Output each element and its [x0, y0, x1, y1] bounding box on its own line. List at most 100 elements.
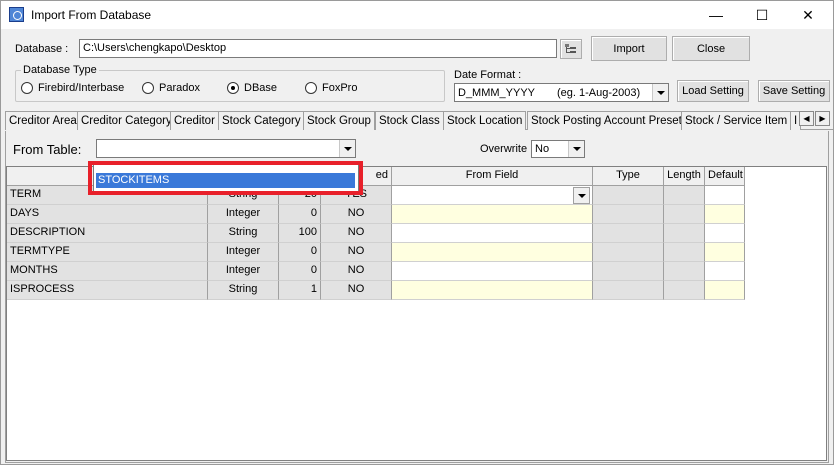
grid-header-default[interactable]: Default [705, 167, 745, 186]
cell-default[interactable] [705, 243, 745, 262]
cell-type: Integer [208, 243, 279, 262]
date-format-label: Date Format : [454, 69, 522, 81]
grid-header-target-type[interactable]: Type [593, 167, 664, 186]
cell-type: Integer [208, 205, 279, 224]
grid-header-from-field[interactable]: From Field [392, 167, 593, 186]
cell-required: NO [321, 205, 392, 224]
radio-firebird[interactable]: Firebird/Interbase [21, 82, 124, 94]
radio-label: DBase [244, 82, 278, 94]
tab-stock-posting-account-preset[interactable]: Stock Posting Account Preset [527, 111, 686, 130]
cell-length[interactable] [664, 186, 705, 205]
tab-creditor-area[interactable]: Creditor Area [5, 111, 81, 130]
minimize-button[interactable]: — [693, 1, 739, 29]
cell-target-type[interactable] [593, 186, 664, 205]
tab-stock-service-item[interactable]: Stock / Service Item [681, 111, 792, 130]
cell-length[interactable] [664, 262, 705, 281]
radio-label: FoxPro [322, 82, 358, 94]
chevron-down-icon[interactable] [339, 140, 355, 157]
tab-stock-location[interactable]: Stock Location [443, 111, 527, 130]
close-button-label: Close [696, 42, 726, 55]
maximize-button[interactable]: ☐ [739, 1, 785, 29]
title-bar: Import From Database — ☐ ✕ [1, 1, 833, 29]
cell-from-field[interactable] [392, 281, 593, 300]
overwrite-value: No [535, 143, 550, 155]
cell-name: MONTHS [7, 262, 208, 281]
cell-target-type[interactable] [593, 243, 664, 262]
browse-button[interactable] [560, 39, 582, 59]
cell-target-type[interactable] [593, 281, 664, 300]
from-field-dropdown-button[interactable] [573, 187, 590, 204]
cell-from-field[interactable] [392, 243, 593, 262]
cell-target-type[interactable] [593, 224, 664, 243]
cell-name: ISPROCESS [7, 281, 208, 300]
overwrite-select[interactable]: No [531, 140, 585, 158]
cell-required: NO [321, 243, 392, 262]
cell-default[interactable] [705, 281, 745, 300]
cell-name: TERMTYPE [7, 243, 208, 262]
import-button-label: Import [613, 42, 645, 55]
highlight-annotation [88, 161, 363, 195]
cell-type: String [208, 281, 279, 300]
cell-type: Integer [208, 262, 279, 281]
close-window-button[interactable]: ✕ [785, 1, 831, 29]
app-icon [9, 7, 24, 22]
database-type-label: Database Type [21, 64, 99, 76]
cell-from-field[interactable] [392, 224, 593, 243]
close-button[interactable]: Close [672, 36, 750, 61]
cell-default[interactable] [705, 224, 745, 243]
chevron-down-icon[interactable] [652, 84, 668, 101]
cell-target-type[interactable] [593, 205, 664, 224]
tab-strip: Creditor Area Creditor Category Creditor… [5, 110, 833, 130]
cell-type: String [208, 224, 279, 243]
date-format-select[interactable]: D_MMM_YYYY (eg. 1-Aug-2003) [454, 83, 669, 102]
cell-default[interactable] [705, 205, 745, 224]
radio-label: Paradox [159, 82, 200, 94]
radio-indicator [142, 82, 154, 94]
radio-indicator [21, 82, 33, 94]
database-path-input[interactable]: C:\Users\chengkapo\Desktop [79, 39, 557, 58]
cell-from-field[interactable] [392, 186, 593, 205]
cell-length[interactable] [664, 205, 705, 224]
import-window: Import From Database — ☐ ✕ Database : C:… [0, 0, 834, 465]
radio-foxpro[interactable]: FoxPro [305, 82, 357, 94]
cell-size: 0 [279, 243, 321, 262]
cell-from-field[interactable] [392, 262, 593, 281]
radio-dbase[interactable]: DBase [227, 82, 277, 94]
cell-length[interactable] [664, 243, 705, 262]
tab-stock-class[interactable]: Stock Class [375, 111, 444, 130]
chevron-down-icon [577, 193, 586, 198]
load-setting-button[interactable]: Load Setting [677, 80, 749, 102]
tab-creditor-category[interactable]: Creditor Category [77, 111, 176, 130]
cell-length[interactable] [664, 281, 705, 300]
tab-stock-group[interactable]: Stock Group [303, 111, 375, 130]
overwrite-label: Overwrite [480, 143, 528, 155]
cell-length[interactable] [664, 224, 705, 243]
grid-header-length[interactable]: Length [664, 167, 705, 186]
cell-target-type[interactable] [593, 262, 664, 281]
save-setting-button[interactable]: Save Setting [758, 80, 830, 102]
cell-name: DAYS [7, 205, 208, 224]
cell-size: 0 [279, 205, 321, 224]
tab-scroll-right-icon[interactable]: ▶ [815, 111, 830, 126]
cell-default[interactable] [705, 186, 745, 205]
from-table-select[interactable] [96, 139, 356, 158]
cell-required: NO [321, 262, 392, 281]
folder-tree-icon [565, 44, 576, 53]
tab-scroll-left-icon[interactable]: ◀ [799, 111, 814, 126]
cell-size: 1 [279, 281, 321, 300]
tab-creditor[interactable]: Creditor [170, 111, 219, 130]
radio-paradox[interactable]: Paradox [142, 82, 200, 94]
cell-default[interactable] [705, 262, 745, 281]
cell-from-field[interactable] [392, 205, 593, 224]
date-format-example: (eg. 1-Aug-2003) [557, 86, 641, 99]
chevron-down-icon[interactable] [568, 141, 584, 157]
from-table-label: From Table: [13, 142, 82, 157]
tab-stock-category[interactable]: Stock Category [218, 111, 305, 130]
cell-required: NO [321, 224, 392, 243]
field-mapping-grid[interactable]: M ed From Field Type Length Default TERM… [6, 166, 827, 461]
radio-indicator-selected [227, 82, 239, 94]
import-button[interactable]: Import [591, 36, 667, 61]
radio-label: Firebird/Interbase [38, 82, 125, 94]
cell-size: 100 [279, 224, 321, 243]
radio-indicator [305, 82, 317, 94]
